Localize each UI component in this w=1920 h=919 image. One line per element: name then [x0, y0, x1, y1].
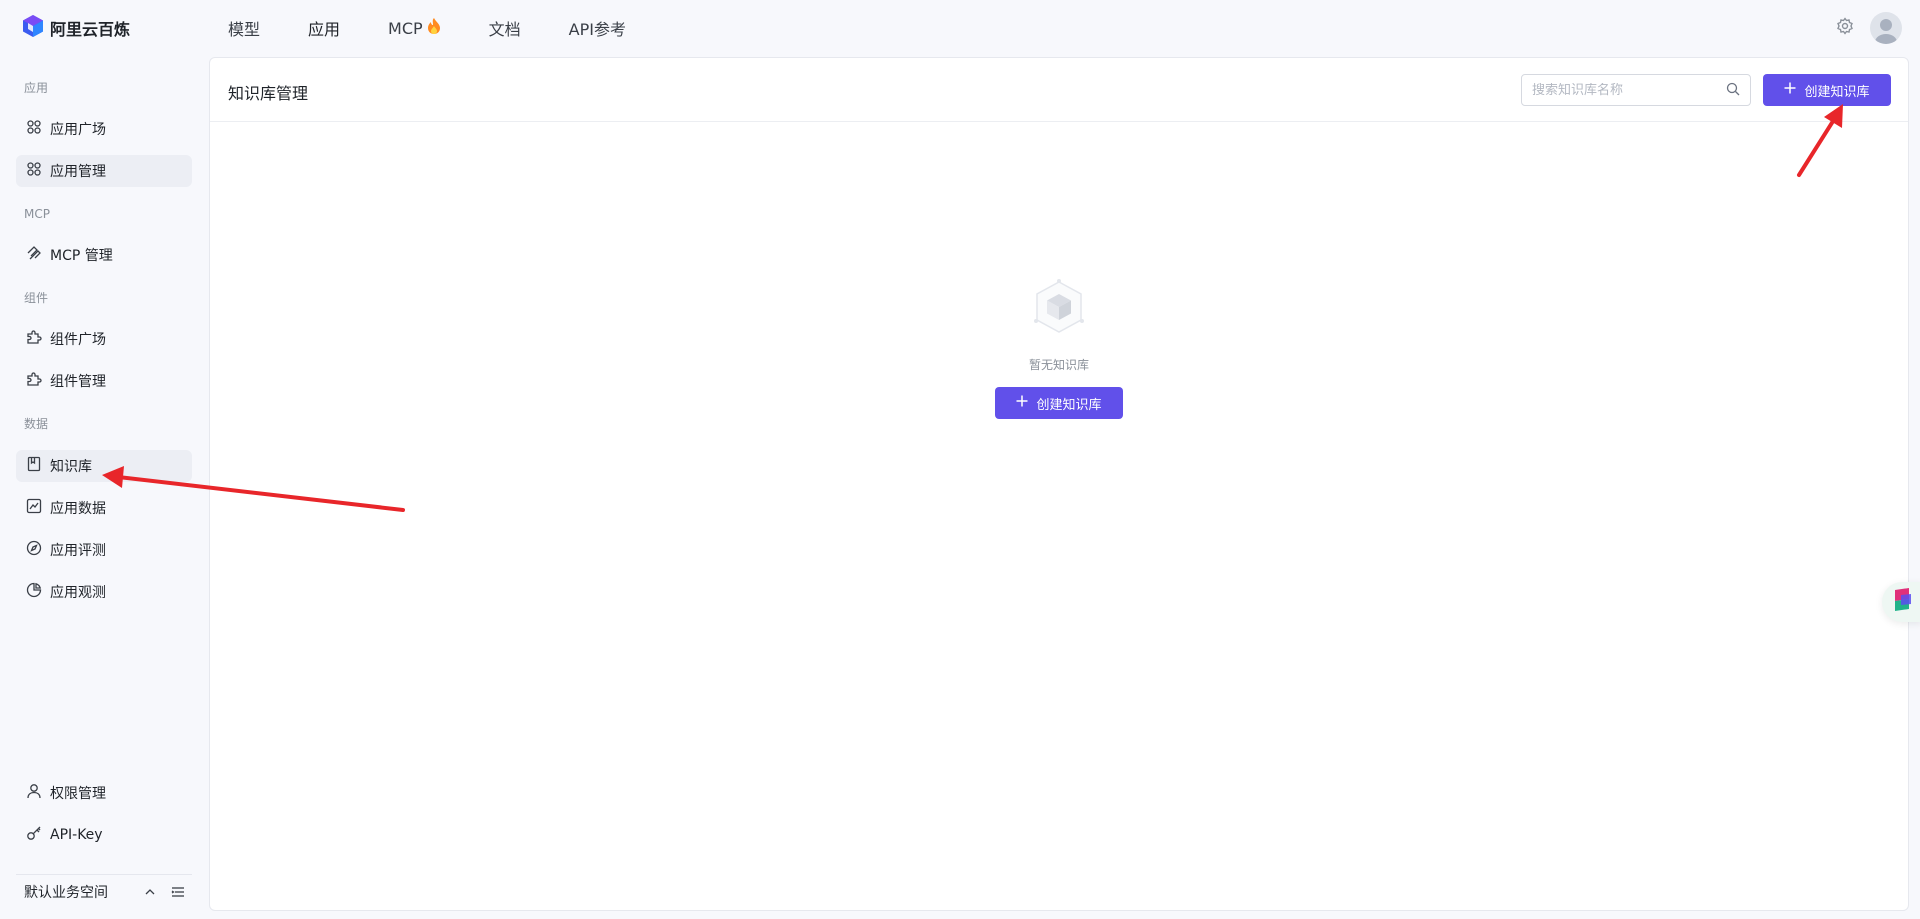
- sidebar-item-app-observe[interactable]: 应用观测: [16, 576, 192, 608]
- sidebar-item-label: 组件广场: [50, 332, 106, 348]
- sidebar-item-app-manage[interactable]: 应用管理: [16, 155, 192, 187]
- sidebar-item-label: 应用数据: [50, 501, 106, 517]
- sidebar-item-label: MCP 管理: [50, 248, 113, 264]
- sidebar-item-label: API-Key: [50, 827, 103, 843]
- sidebar-item-app-data[interactable]: 应用数据: [16, 492, 192, 524]
- section-label-apps: 应用: [24, 81, 49, 95]
- create-knowledge-button-empty[interactable]: 创建知识库: [995, 387, 1123, 419]
- section-label-mcp: MCP: [24, 207, 50, 221]
- nav-docs[interactable]: 文档: [489, 16, 521, 40]
- create-knowledge-label: 创建知识库: [1804, 84, 1870, 100]
- nav-api-ref[interactable]: API参考: [569, 16, 626, 40]
- settings-icon[interactable]: [1836, 17, 1854, 39]
- key-icon: [26, 825, 42, 845]
- sidebar-item-app-eval[interactable]: 应用评测: [16, 534, 192, 566]
- assistant-logo-icon: [1891, 587, 1913, 617]
- sidebar-item-label: 应用评测: [50, 543, 106, 559]
- nav-models-label: 模型: [228, 20, 261, 39]
- chevron-up-icon[interactable]: [136, 886, 164, 898]
- create-knowledge-button[interactable]: 创建知识库: [1763, 74, 1891, 106]
- empty-box-icon: [1029, 276, 1089, 342]
- apps-grid-icon: [26, 119, 42, 139]
- main-panel: 知识库管理 创建知识库 暂无知识库 创建知识库: [209, 57, 1909, 911]
- top-right-actions: [1836, 12, 1902, 44]
- nav-api-ref-label: API参考: [568, 20, 626, 39]
- fire-icon: [427, 17, 441, 39]
- empty-state: 暂无知识库 创建知识库: [210, 276, 1908, 419]
- nav-apps-label: 应用: [308, 20, 341, 39]
- workspace-switcher[interactable]: 默认业务空间: [16, 874, 192, 908]
- sidebar-item-label: 组件管理: [50, 374, 106, 390]
- sidebar-item-label: 权限管理: [50, 786, 106, 802]
- logo-icon: [22, 14, 44, 42]
- sidebar-item-knowledge[interactable]: 知识库: [16, 450, 192, 482]
- puzzle-icon: [26, 329, 42, 349]
- sidebar-item-app-square[interactable]: 应用广场: [16, 113, 192, 145]
- nav-mcp-label: MCP: [388, 18, 423, 38]
- sidebar-item-mcp-manage[interactable]: MCP 管理: [16, 239, 192, 271]
- avatar[interactable]: [1870, 12, 1902, 44]
- sidebar-item-label: 应用管理: [50, 164, 106, 180]
- plus-icon: [1016, 395, 1028, 411]
- mcp-icon: [26, 245, 42, 265]
- nav-mcp[interactable]: MCP: [388, 16, 441, 40]
- sidebar-item-label: 应用广场: [50, 122, 106, 138]
- chart-line-icon: [26, 498, 42, 518]
- search-input[interactable]: [1532, 82, 1726, 98]
- user-icon: [26, 783, 42, 803]
- workspace-name: 默认业务空间: [24, 884, 108, 901]
- empty-text: 暂无知识库: [1028, 358, 1089, 372]
- section-label-components: 组件: [24, 291, 49, 305]
- sidebar-item-permission[interactable]: 权限管理: [16, 777, 192, 809]
- book-icon: [26, 456, 42, 476]
- search-box[interactable]: [1521, 74, 1751, 106]
- menu-icon[interactable]: [164, 886, 192, 898]
- top-nav: 模型 应用 MCP 文档 API参考: [228, 16, 674, 40]
- nav-docs-label: 文档: [488, 20, 521, 39]
- sidebar-item-label: 知识库: [50, 459, 92, 475]
- create-knowledge-label: 创建知识库: [1036, 397, 1102, 413]
- sidebar: 应用 应用广场 应用管理 MCP MCP 管理 组件 组件广场 组件管理 数据 …: [0, 56, 208, 919]
- sidebar-item-comp-manage[interactable]: 组件管理: [16, 365, 192, 397]
- page-title: 知识库管理: [228, 84, 309, 103]
- apps-grid-icon: [26, 161, 42, 181]
- search-icon[interactable]: [1726, 81, 1740, 100]
- sidebar-item-label: 应用观测: [50, 585, 106, 601]
- puzzle-icon: [26, 371, 42, 391]
- nav-apps[interactable]: 应用: [308, 16, 340, 40]
- brand-name: 阿里云百炼: [50, 20, 131, 39]
- nav-models[interactable]: 模型: [228, 16, 260, 40]
- pie-chart-icon: [26, 582, 42, 602]
- compass-icon: [26, 540, 42, 560]
- plus-icon: [1784, 82, 1796, 98]
- brand[interactable]: 阿里云百炼: [22, 14, 130, 42]
- section-label-data: 数据: [24, 417, 49, 431]
- main-header: 知识库管理 创建知识库: [210, 58, 1908, 122]
- top-navbar: 阿里云百炼 模型 应用 MCP 文档 API参考: [0, 0, 1920, 56]
- assistant-float-button[interactable]: [1882, 582, 1920, 622]
- sidebar-item-comp-square[interactable]: 组件广场: [16, 323, 192, 355]
- sidebar-item-api-key[interactable]: API-Key: [16, 819, 192, 851]
